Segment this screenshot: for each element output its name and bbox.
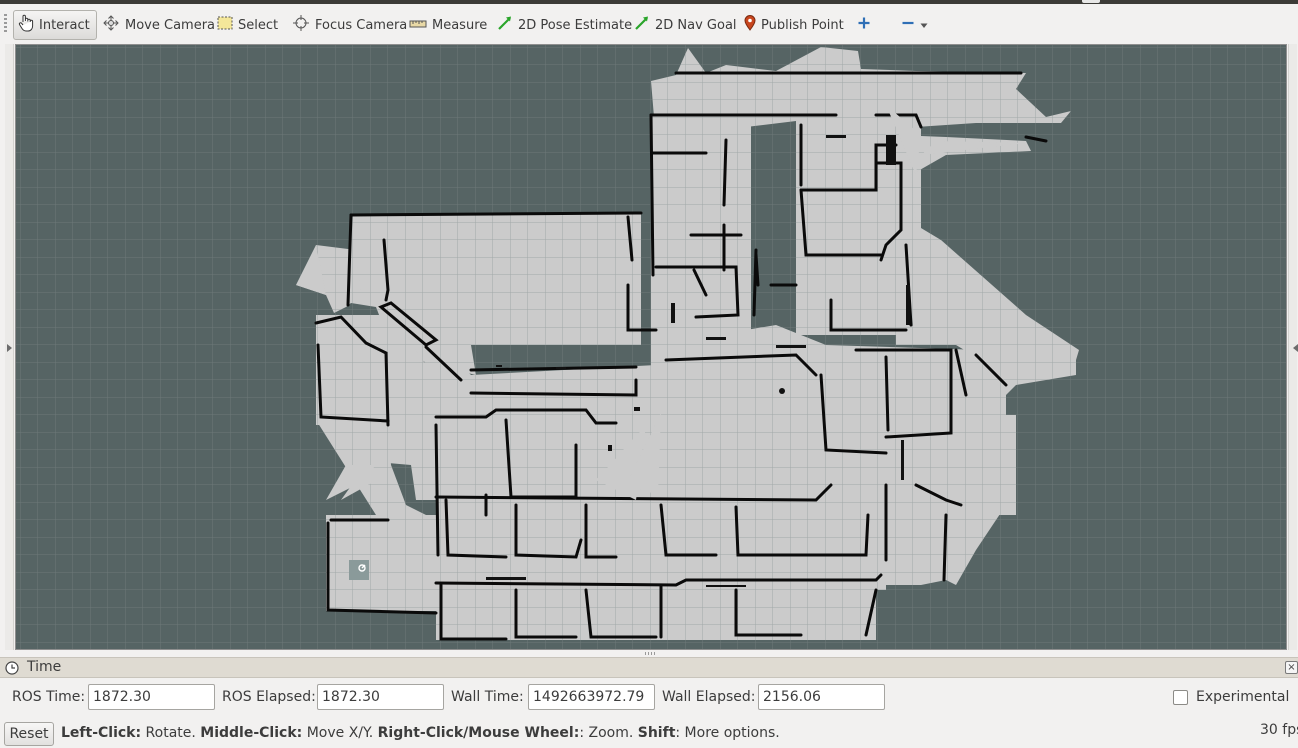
tool-label: Move Camera bbox=[125, 17, 216, 33]
tool-label: Focus Camera bbox=[315, 17, 408, 33]
occupancy-map bbox=[16, 45, 1286, 649]
fps-counter: 30 fps bbox=[1260, 722, 1298, 738]
tool-toolbar: Interact Move Camera Select Focus Camera… bbox=[0, 4, 1298, 44]
tool-move-camera[interactable]: Move Camera bbox=[98, 10, 219, 40]
hint-text: Move X/Y. bbox=[302, 725, 378, 741]
select-box-icon bbox=[217, 16, 233, 34]
tool-publish-point[interactable]: Publish Point bbox=[740, 10, 848, 40]
hint-key: Right-Click/Mouse Wheel: bbox=[377, 725, 580, 741]
left-dock-handle[interactable] bbox=[5, 44, 14, 650]
ros-elapsed-label: ROS Elapsed: bbox=[222, 689, 316, 705]
expand-right-arrow-icon bbox=[1293, 344, 1298, 352]
hint-key: Left-Click: bbox=[61, 725, 142, 741]
tool-interact[interactable]: Interact bbox=[13, 10, 97, 40]
chevron-down-icon bbox=[920, 17, 928, 33]
green-arrow-icon bbox=[634, 15, 650, 35]
right-dock-handle[interactable] bbox=[1288, 44, 1298, 650]
minus-icon bbox=[901, 16, 915, 34]
hint-key: Middle-Click: bbox=[200, 725, 303, 741]
reset-button[interactable]: Reset bbox=[4, 722, 54, 746]
ruler-icon bbox=[409, 18, 427, 33]
wall-time-label: Wall Time: bbox=[451, 689, 524, 705]
tool-label: 2D Nav Goal bbox=[655, 17, 737, 33]
expand-left-arrow-icon bbox=[7, 344, 12, 352]
tool-measure[interactable]: Measure bbox=[405, 10, 491, 40]
time-panel: ROS Time: ROS Elapsed: Wall Time: Wall E… bbox=[0, 679, 1298, 717]
hint-text: Rotate. bbox=[141, 725, 201, 741]
window-handle bbox=[1082, 0, 1100, 3]
experimental-checkbox[interactable] bbox=[1173, 690, 1188, 705]
tool-2d-pose-estimate[interactable]: 2D Pose Estimate bbox=[493, 10, 636, 40]
time-panel-header: Time × bbox=[0, 657, 1298, 678]
clock-icon bbox=[5, 661, 19, 679]
close-icon[interactable]: × bbox=[1285, 661, 1298, 674]
wall-elapsed-label: Wall Elapsed: bbox=[662, 689, 756, 705]
map-pin-icon bbox=[744, 15, 756, 35]
wall-time-field[interactable] bbox=[528, 684, 655, 710]
experimental-label: Experimental bbox=[1196, 689, 1290, 705]
add-tool-button[interactable] bbox=[853, 10, 875, 40]
remove-tool-button[interactable] bbox=[897, 10, 932, 40]
ros-time-field[interactable] bbox=[88, 684, 215, 710]
green-arrow-icon bbox=[497, 15, 513, 35]
move-camera-icon bbox=[102, 15, 120, 35]
tool-2d-nav-goal[interactable]: 2D Nav Goal bbox=[630, 10, 741, 40]
plus-icon bbox=[857, 16, 871, 34]
ros-time-label: ROS Time: bbox=[12, 689, 86, 705]
hand-pointer-icon bbox=[18, 14, 34, 36]
robot-marker bbox=[349, 560, 369, 580]
tool-label: Publish Point bbox=[761, 17, 844, 33]
crosshair-icon bbox=[292, 14, 310, 36]
tool-label: 2D Pose Estimate bbox=[518, 17, 633, 33]
wall-elapsed-field[interactable] bbox=[758, 684, 885, 710]
3d-render-viewport[interactable] bbox=[15, 44, 1287, 650]
tool-focus-camera[interactable]: Focus Camera bbox=[288, 10, 411, 40]
status-bar: Reset Left-Click: Rotate. Middle-Click: … bbox=[0, 718, 1298, 748]
tool-label: Select bbox=[238, 17, 279, 33]
tool-label: Interact bbox=[39, 17, 90, 33]
hint-text: : More options. bbox=[675, 725, 780, 741]
tool-label: Measure bbox=[432, 17, 488, 33]
toolbar-grip[interactable] bbox=[4, 14, 7, 34]
hint-key: Shift bbox=[637, 725, 676, 741]
tool-select[interactable]: Select bbox=[213, 10, 282, 40]
ros-elapsed-field[interactable] bbox=[317, 684, 444, 710]
splitter-grip bbox=[645, 652, 657, 655]
hint-text: : Zoom. bbox=[579, 725, 638, 741]
mouse-hint: Left-Click: Rotate. Middle-Click: Move X… bbox=[61, 725, 780, 741]
time-panel-title: Time bbox=[27, 659, 62, 675]
